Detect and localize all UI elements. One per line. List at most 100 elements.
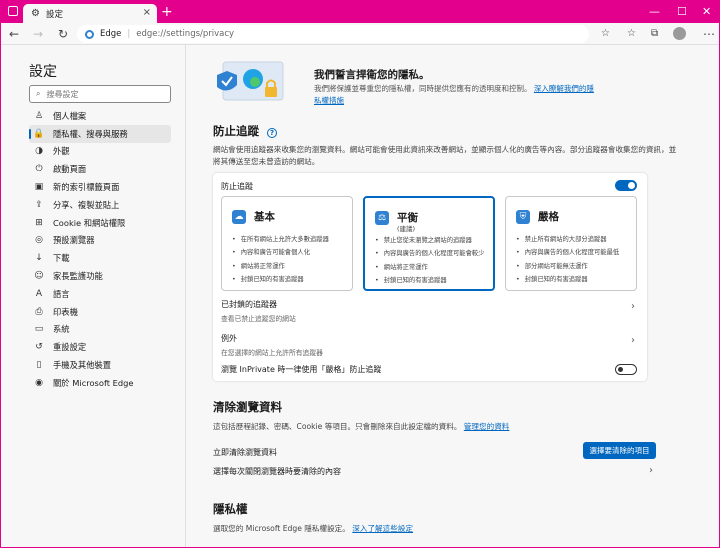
choose-clear-button[interactable]: 選擇要清除的項目 xyxy=(583,442,656,459)
sidebar-item[interactable]: ◉ 關於 Microsoft Edge xyxy=(29,374,171,392)
option-title: 嚴格 xyxy=(538,211,559,223)
hero-desc-text: 我們將保護並尊重您的隱私權，同時提供您應有的透明度和控制。 xyxy=(314,84,532,93)
tracking-toggle[interactable] xyxy=(615,180,637,191)
favorite-add-icon[interactable]: ☆ xyxy=(601,26,610,42)
sidebar-item[interactable]: A 語言 xyxy=(29,285,171,303)
close-window-icon[interactable]: ✕ xyxy=(702,5,711,18)
toolbar: ← → ↻ Edge | edge://settings/privacy ☆ ☆… xyxy=(1,23,719,45)
maximize-icon[interactable]: ☐ xyxy=(677,5,687,18)
cookie-icon: ⊞ xyxy=(35,217,43,228)
printer-icon: ⎙ xyxy=(35,306,43,317)
blocked-trackers-row[interactable]: 已封鎖的追蹤器 查看已禁止追蹤您的網站 › xyxy=(221,299,639,323)
sidebar-item-label: 重設設定 xyxy=(53,342,87,353)
inprivate-label: 瀏覽 InPrivate 時一律使用「嚴格」防止追蹤 xyxy=(221,365,382,374)
sidebar-item[interactable]: ☺ 家長監護功能 xyxy=(29,267,171,285)
option-bullet: 禁止您從未瀏覽之網站的追蹤器 xyxy=(375,234,493,247)
blocked-trackers-sub: 查看已禁止追蹤您的網站 xyxy=(221,315,296,323)
sidebar-item[interactable]: ▣ 新的索引標籤頁面 xyxy=(29,178,171,196)
sidebar-item[interactable]: ⏻ 啟動頁面 xyxy=(29,160,171,178)
tracking-toggle-label: 防止追蹤 xyxy=(221,182,253,191)
search-icon: ⌕ xyxy=(36,89,41,98)
sidebar-item[interactable]: ⊞ Cookie 和網站權限 xyxy=(29,214,171,232)
option-bullet: 禁止所有網站的大部分追蹤器 xyxy=(516,233,634,246)
collections-icon[interactable]: ⧉ xyxy=(651,26,658,42)
sidebar-item[interactable]: ⇪ 分享、複製並貼上 xyxy=(29,196,171,214)
favorites-icon[interactable]: ☆ xyxy=(627,26,636,42)
browser-icon: ◎ xyxy=(35,235,43,246)
share-icon: ⇪ xyxy=(35,199,43,210)
close-tab-icon[interactable]: × xyxy=(143,7,151,18)
profile-avatar[interactable] xyxy=(673,27,686,40)
inprivate-toggle[interactable] xyxy=(615,364,637,375)
sidebar-item-label: 系統 xyxy=(53,324,70,335)
sidebar-item-label: 關於 Microsoft Edge xyxy=(53,377,134,388)
info-icon[interactable]: ? xyxy=(267,128,278,138)
sidebar-item[interactable]: ♙ 個人檔案 xyxy=(29,107,171,125)
strict-icon: ⛨ xyxy=(516,210,530,224)
sidebar-item[interactable]: ↺ 重設設定 xyxy=(29,338,171,356)
clear-desc: 這包括歷程記錄、密碼、Cookie 等項目。只會刪除來自此設定檔的資料。 管理您… xyxy=(213,421,683,433)
system-icon: ▭ xyxy=(34,324,44,335)
site-label: Edge xyxy=(100,29,122,39)
gear-icon: ⚙ xyxy=(31,8,40,19)
tab-settings[interactable]: ⚙ 設定 × xyxy=(23,4,157,23)
option-bullets: 禁止您從未瀏覽之網站的追蹤器內容與廣告的個人化程度可能會較少網站將正常運作封鎖已… xyxy=(375,234,493,288)
refresh-icon[interactable]: ↻ xyxy=(58,26,68,42)
manage-data-link[interactable]: 管理您的資料 xyxy=(464,422,510,431)
sidebar-item[interactable]: ▭ 系統 xyxy=(29,321,171,339)
privacy-heading: 隱私權 xyxy=(213,502,248,516)
privacy-illustration-icon xyxy=(217,61,284,101)
forward-icon[interactable]: → xyxy=(33,26,43,42)
sidebar-item-label: 新的索引標籤頁面 xyxy=(53,182,120,193)
settings-main: 我們誓言捍衛您的隱私。 我們將保護並尊重您的隱私權，同時提供您應有的透明度和控制… xyxy=(187,45,719,547)
workspace-icon[interactable] xyxy=(8,6,18,16)
minimize-icon[interactable]: — xyxy=(649,5,660,18)
privacy-desc-text: 選取您的 Microsoft Edge 隱私權設定。 xyxy=(213,524,350,533)
clear-on-close-row[interactable]: 選擇每次關閉瀏覽器時要清除的內容 › xyxy=(213,465,653,480)
settings-sidebar: 設定 ⌕ ♙ 個人檔案 🔒 隱私權、搜尋與服務 ◑ 外觀 ⏻ 啟動頁面 ▣ 新的索引標籤頁面 ⇪ 分享… xyxy=(1,45,186,547)
sidebar-item-label: 語言 xyxy=(53,288,70,299)
appearance-icon: ◑ xyxy=(35,146,43,157)
sidebar-item-label: 印表機 xyxy=(53,306,78,317)
tracking-desc: 網站會使用追蹤器來收集您的瀏覽資料。網站可能會使用此資訊來改善網站，並顯示個人化… xyxy=(213,145,677,166)
inprivate-row: 瀏覽 InPrivate 時一律使用「嚴格」防止追蹤 xyxy=(221,364,639,375)
sidebar-nav: ♙ 個人檔案 🔒 隱私權、搜尋與服務 ◑ 外觀 ⏻ 啟動頁面 ▣ 新的索引標籤頁面 ⇪ 分享、複製並貼… xyxy=(29,107,171,392)
hero-title: 我們誓言捍衛您的隱私。 xyxy=(314,69,430,81)
tracking-heading: 防止追蹤 ? xyxy=(213,123,278,139)
option-bullets: 在所有網站上允許大多數追蹤器內容和廣告可能會個人化網站將正常運作封鎖已知的有害追… xyxy=(232,233,350,287)
sidebar-item-label: 預設瀏覽器 xyxy=(53,235,95,246)
phone-icon: ▯ xyxy=(36,360,42,371)
search-box[interactable]: ⌕ xyxy=(29,85,171,103)
sidebar-item-label: 啟動頁面 xyxy=(53,164,87,175)
learn-settings-link[interactable]: 深入了解這些設定 xyxy=(352,524,413,533)
back-icon[interactable]: ← xyxy=(9,26,19,42)
exceptions-title: 例外 xyxy=(221,334,237,343)
tracking-card: 防止追蹤 ☁ 基本在所有網站上允許大多數追蹤器內容和廣告可能會個人化網站將正常運作… xyxy=(213,173,647,381)
tracking-option-balanced[interactable]: ⚖平衡(建議)禁止您從未瀏覽之網站的追蹤器內容與廣告的個人化程度可能會較少網站將… xyxy=(363,196,495,291)
address-bar[interactable]: Edge | edge://settings/privacy xyxy=(77,25,589,43)
sidebar-item[interactable]: ↓ 下載 xyxy=(29,249,171,267)
option-bullet: 內容和廣告可能會個人化 xyxy=(232,246,350,259)
person-icon: ♙ xyxy=(34,110,44,121)
chevron-right-icon: › xyxy=(649,465,653,476)
new-tab-icon[interactable]: + xyxy=(161,3,173,21)
tracking-option-basic[interactable]: ☁ 基本在所有網站上允許大多數追蹤器內容和廣告可能會個人化網站將正常運作封鎖已知的… xyxy=(221,196,353,291)
sidebar-item[interactable]: 🔒 隱私權、搜尋與服務 xyxy=(29,124,171,143)
sidebar-item-label: 隱私權、搜尋與服務 xyxy=(53,128,128,139)
newtab-icon: ▣ xyxy=(34,182,44,193)
chevron-right-icon: › xyxy=(631,335,635,346)
sidebar-title: 設定 xyxy=(29,64,57,80)
sidebar-item[interactable]: ⎙ 印表機 xyxy=(29,303,171,321)
sidebar-item[interactable]: ▯ 手機及其他裝置 xyxy=(29,356,171,374)
blocked-trackers-title: 已封鎖的追蹤器 xyxy=(221,300,277,309)
sidebar-item[interactable]: ◎ 預設瀏覽器 xyxy=(29,232,171,250)
browser-window: ⚙ 設定 × + — ☐ ✕ ← → ↻ Edge | edge://setti… xyxy=(0,0,720,548)
search-input[interactable] xyxy=(46,89,147,99)
privacy-hero: 我們誓言捍衛您的隱私。 我們將保護並尊重您的隱私權，同時提供您應有的透明度和控制… xyxy=(213,59,594,109)
chevron-right-icon: › xyxy=(631,301,635,312)
more-icon[interactable]: ⋯ xyxy=(703,26,715,42)
sidebar-item[interactable]: ◑ 外觀 xyxy=(29,143,171,161)
sidebar-item-label: 外觀 xyxy=(53,146,70,157)
exceptions-row[interactable]: 例外 在您選擇的網站上允許所有追蹤器 › xyxy=(221,333,639,357)
tracking-option-strict[interactable]: ⛨ 嚴格禁止所有網站的大部分追蹤器內容與廣告的個人化程度可能最低部分網站可能無法運… xyxy=(505,196,637,291)
